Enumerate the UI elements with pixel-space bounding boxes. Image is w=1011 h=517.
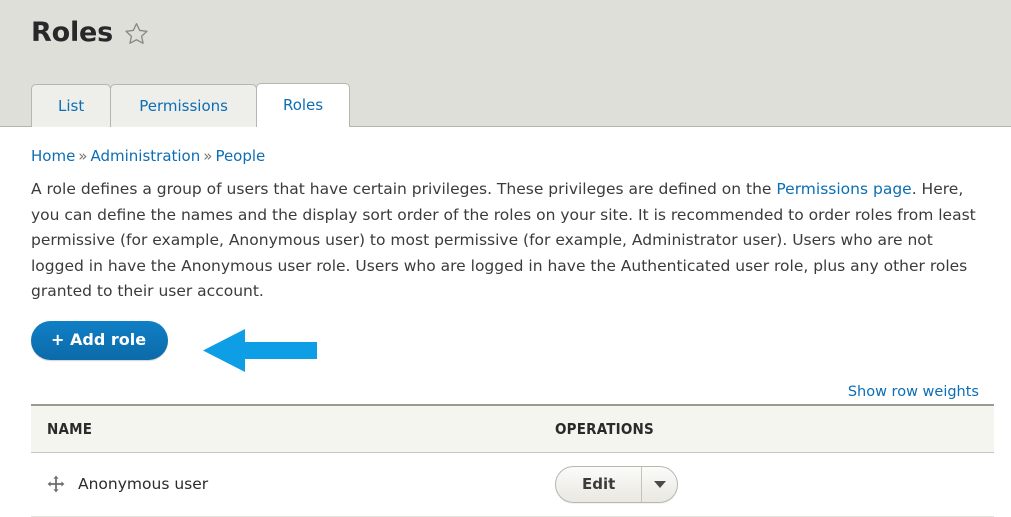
permissions-page-link[interactable]: Permissions page (776, 180, 911, 198)
role-name-cell: Anonymous user (31, 452, 539, 517)
actions-row: + Add role (31, 320, 995, 379)
add-role-button[interactable]: + Add role (31, 320, 169, 360)
breadcrumb-item-home[interactable]: Home (31, 147, 75, 165)
operations-dropdown-toggle[interactable] (641, 466, 677, 502)
operations-split-button: Edit (555, 465, 679, 503)
left-arrow-icon (203, 328, 317, 372)
tab-permissions-label: Permissions (139, 97, 228, 115)
page-header: Roles List Permissions Roles (0, 0, 1011, 127)
breadcrumb-item-administration[interactable]: Administration (90, 147, 200, 165)
move-handle-icon[interactable] (47, 475, 65, 493)
page-title: Roles (31, 16, 113, 48)
chevron-down-icon (653, 480, 666, 488)
breadcrumb-separator: » (78, 147, 88, 165)
roles-table: NAME OPERATIONS Anonymous user Edit (31, 403, 994, 517)
breadcrumb-separator: » (203, 147, 213, 165)
tab-permissions[interactable]: Permissions (110, 84, 257, 127)
star-outline-icon[interactable] (124, 18, 149, 46)
column-header-name: NAME (31, 403, 539, 453)
edit-button[interactable]: Edit (556, 467, 641, 502)
page-content: Home» Administration» People A role define… (0, 127, 1011, 517)
breadcrumb: Home» Administration» People (31, 127, 995, 166)
primary-tabs: List Permissions Roles (31, 83, 351, 127)
table-header-row: NAME OPERATIONS (31, 403, 994, 453)
show-row-weights-row: Show row weights (31, 381, 995, 400)
title-row: Roles (0, 0, 1011, 46)
intro-description: A role defines a group of users that hav… (31, 177, 977, 305)
role-operations-cell: Edit (539, 452, 994, 517)
table-row: Anonymous user Edit (31, 452, 994, 517)
intro-text-after-link: . Here, you can define the names and the… (31, 180, 976, 300)
tab-roles-label: Roles (282, 96, 324, 114)
show-row-weights-link[interactable]: Show row weights (848, 384, 979, 400)
tab-list-label: List (58, 97, 85, 115)
roles-table-body: Anonymous user Edit (31, 452, 994, 517)
tab-roles[interactable]: Roles (255, 83, 351, 127)
tab-list[interactable]: List (31, 84, 112, 127)
roles-table-head: NAME OPERATIONS (31, 403, 994, 453)
breadcrumb-item-people[interactable]: People (215, 147, 265, 165)
intro-text-before-link: A role defines a group of users that hav… (31, 180, 777, 198)
role-name-label: Anonymous user (78, 475, 209, 493)
column-header-operations: OPERATIONS (539, 403, 994, 453)
